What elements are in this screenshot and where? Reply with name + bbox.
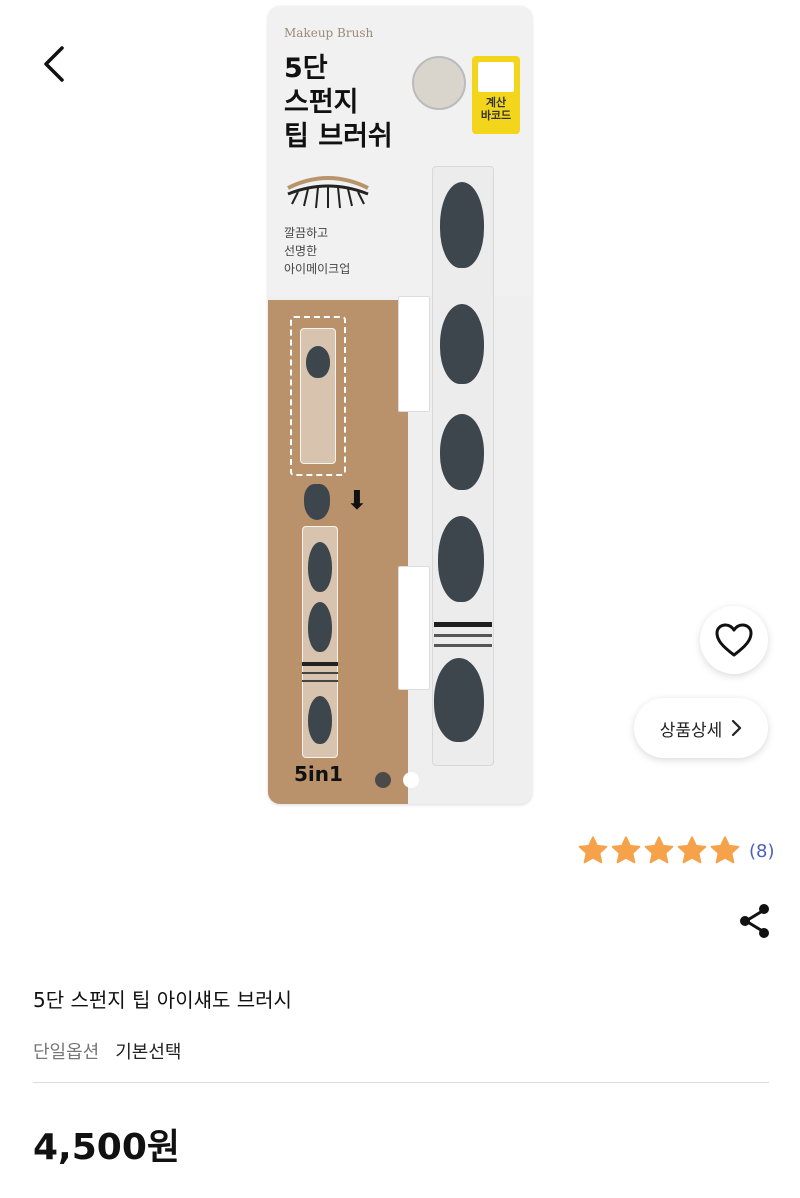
product-name: 5단 스펀지 팁 아이섀도 브러시 <box>33 988 292 1012</box>
star-icon <box>578 836 608 864</box>
star-icon <box>644 836 674 864</box>
package-barcode-badge: 계산 바코드 <box>472 56 520 134</box>
package-5in1-label: 5in1 <box>294 762 343 786</box>
option-value[interactable]: 기본선택 <box>115 1038 181 1064</box>
chevron-left-icon <box>44 46 64 82</box>
option-label: 단일옵션 <box>33 1042 100 1063</box>
carousel-dot-2[interactable] <box>403 772 419 788</box>
package-dashed-box <box>290 316 346 476</box>
product-price: 4,500원 <box>33 1127 180 1168</box>
package-tab-top <box>398 296 430 412</box>
arrow-down-icon: ⬇ <box>346 486 368 516</box>
review-count[interactable]: (8) <box>749 841 775 862</box>
product-image[interactable]: Makeup Brush 5단 스펀지 팁 브러쉬 깔끔하고 선명한 아이메이크… <box>268 6 532 804</box>
star-icon <box>677 836 707 864</box>
heart-outline-icon <box>715 623 753 657</box>
package-hang-hole <box>412 56 466 110</box>
star-icon <box>710 836 740 864</box>
share-button[interactable] <box>734 900 776 942</box>
package-brand: Makeup Brush <box>284 26 374 40</box>
package-title: 5단 스펀지 팁 브러쉬 <box>284 53 393 152</box>
product-detail-button[interactable]: 상품상세 <box>634 698 768 758</box>
package-tagline: 깔끔하고 선명한 아이메이크업 <box>284 226 351 276</box>
back-button[interactable] <box>30 40 78 88</box>
carousel-dot-1[interactable] <box>375 772 391 788</box>
package-badge-label: 계산 바코드 <box>480 96 512 122</box>
chevron-right-icon <box>732 719 742 737</box>
option-row[interactable]: 단일옵션 기본선택 <box>33 1038 182 1064</box>
carousel-indicator[interactable] <box>375 772 419 788</box>
product-detail-label: 상품상세 <box>659 720 723 741</box>
package-tab-bottom <box>398 566 430 690</box>
rating[interactable]: (8) <box>576 834 775 868</box>
share-icon <box>740 904 769 938</box>
wishlist-button[interactable] <box>700 606 768 674</box>
divider <box>33 1082 769 1083</box>
eyelash-illustration <box>287 176 369 209</box>
star-icon <box>611 836 641 864</box>
